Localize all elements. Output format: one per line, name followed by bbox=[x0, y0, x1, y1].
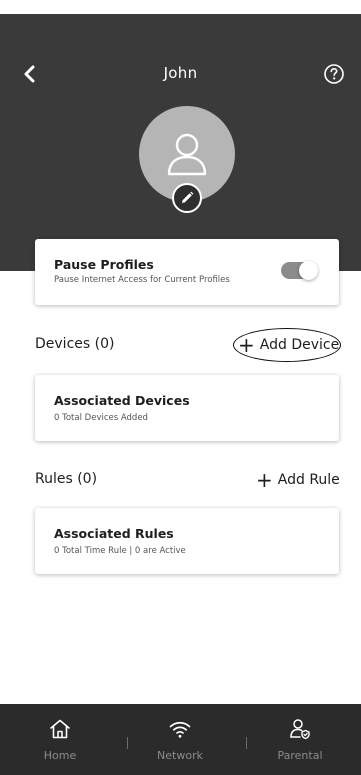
add-device-button[interactable]: + Add Device bbox=[233, 328, 341, 362]
add-rule-label: Add Rule bbox=[277, 472, 340, 488]
back-button[interactable] bbox=[18, 58, 42, 90]
nav-label-network: Network bbox=[157, 749, 203, 762]
associated-rules-card[interactable]: Associated Rules 0 Total Time Rule | 0 a… bbox=[35, 508, 339, 574]
user-outline-icon bbox=[167, 133, 207, 176]
wifi-icon bbox=[169, 721, 191, 738]
associated-devices-title: Associated Devices bbox=[54, 393, 190, 408]
nav-divider bbox=[246, 737, 247, 749]
nav-item-network[interactable]: Network bbox=[120, 704, 240, 775]
devices-section-label: Devices (0) bbox=[35, 336, 115, 352]
pencil-icon bbox=[182, 191, 194, 203]
add-rule-button[interactable]: + Add Rule bbox=[256, 469, 340, 491]
pause-profiles-subtitle: Pause Internet Access for Current Profil… bbox=[54, 275, 230, 285]
home-icon bbox=[50, 719, 70, 739]
bottom-nav: Home Network Parental bbox=[0, 704, 361, 775]
pause-profiles-title: Pause Profiles bbox=[54, 257, 154, 272]
nav-item-parental[interactable]: Parental bbox=[240, 704, 360, 775]
associated-rules-subtitle: 0 Total Time Rule | 0 are Active bbox=[54, 546, 186, 556]
status-bar bbox=[0, 0, 361, 14]
rules-section-label: Rules (0) bbox=[35, 471, 98, 487]
parental-icon bbox=[290, 719, 310, 740]
edit-avatar-button[interactable] bbox=[172, 183, 202, 213]
pause-profiles-toggle[interactable] bbox=[281, 261, 318, 280]
add-device-label: Add Device bbox=[259, 337, 340, 353]
nav-label-parental: Parental bbox=[277, 749, 323, 762]
nav-label-home: Home bbox=[43, 749, 77, 762]
question-circle-icon bbox=[324, 64, 344, 84]
toggle-knob bbox=[299, 261, 318, 280]
plus-icon: + bbox=[256, 468, 273, 492]
help-button[interactable] bbox=[322, 62, 346, 86]
associated-devices-subtitle: 0 Total Devices Added bbox=[54, 413, 148, 423]
nav-item-home[interactable]: Home bbox=[0, 704, 120, 775]
page-title: John bbox=[163, 64, 198, 82]
associated-devices-card[interactable]: Associated Devices 0 Total Devices Added bbox=[35, 375, 339, 441]
chevron-left-icon bbox=[24, 65, 35, 83]
nav-divider bbox=[127, 737, 128, 749]
pause-profiles-card: Pause Profiles Pause Internet Access for… bbox=[35, 239, 339, 305]
screen: John Pause Profiles Pause Internet Acces… bbox=[0, 0, 361, 775]
plus-icon: + bbox=[238, 333, 255, 357]
associated-rules-title: Associated Rules bbox=[54, 526, 174, 541]
